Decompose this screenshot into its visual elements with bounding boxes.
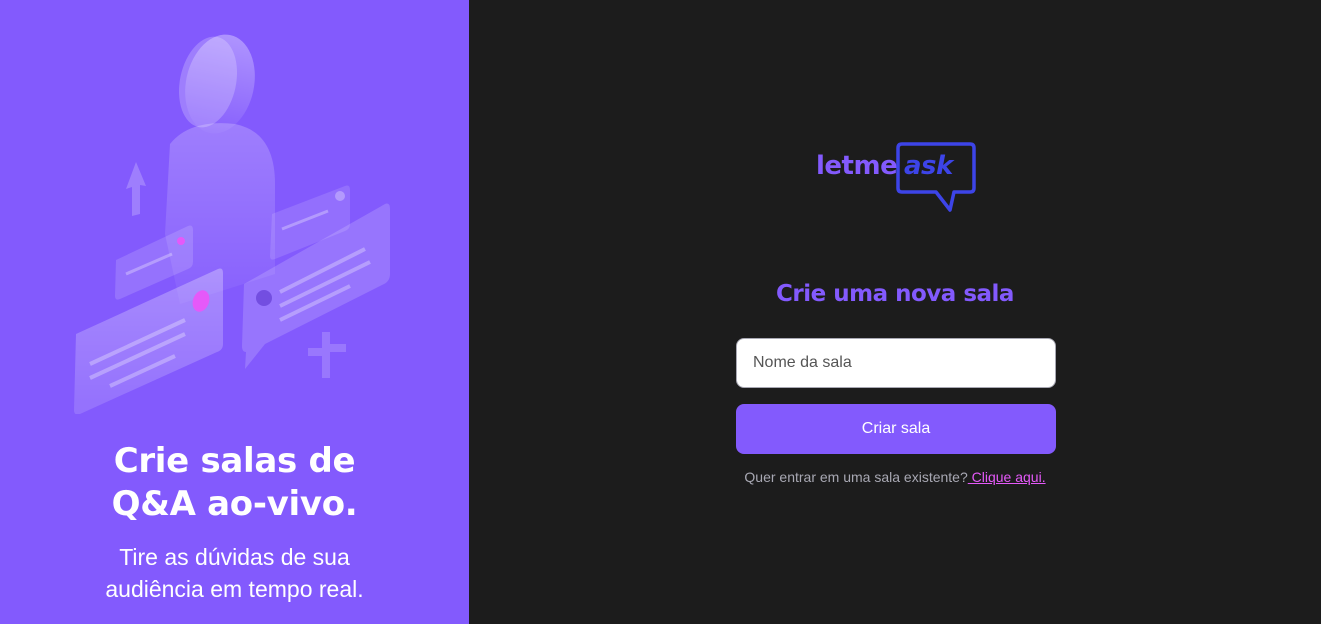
letmeask-logo: letme ask — [816, 140, 976, 216]
app-root: Crie salas de Q&A ao-vivo. Tire as dúvid… — [0, 0, 1321, 624]
logo-ask-text: ask — [904, 151, 953, 181]
aside-headline: Crie salas de Q&A ao-vivo. — [111, 441, 358, 524]
join-prompt-text: Quer entrar em uma sala existente? — [744, 469, 968, 485]
aside-subtitle: Tire as dúvidas de sua audiência em temp… — [105, 544, 364, 602]
form-title: Crie uma nova sala — [776, 281, 1014, 307]
create-room-button[interactable]: Criar sala — [736, 404, 1056, 454]
promo-aside: Crie salas de Q&A ao-vivo. Tire as dúvid… — [0, 0, 469, 624]
question-and-answer-illustration — [74, 34, 390, 414]
room-name-input[interactable] — [736, 338, 1056, 388]
logo-letme-text: letme — [816, 151, 898, 181]
create-room-panel: letme ask Crie uma nova sala Criar sala … — [469, 0, 1321, 624]
join-room-prompt: Quer entrar em uma sala existente? Cliqu… — [469, 469, 1321, 485]
join-room-link[interactable]: Clique aqui. — [968, 469, 1046, 485]
